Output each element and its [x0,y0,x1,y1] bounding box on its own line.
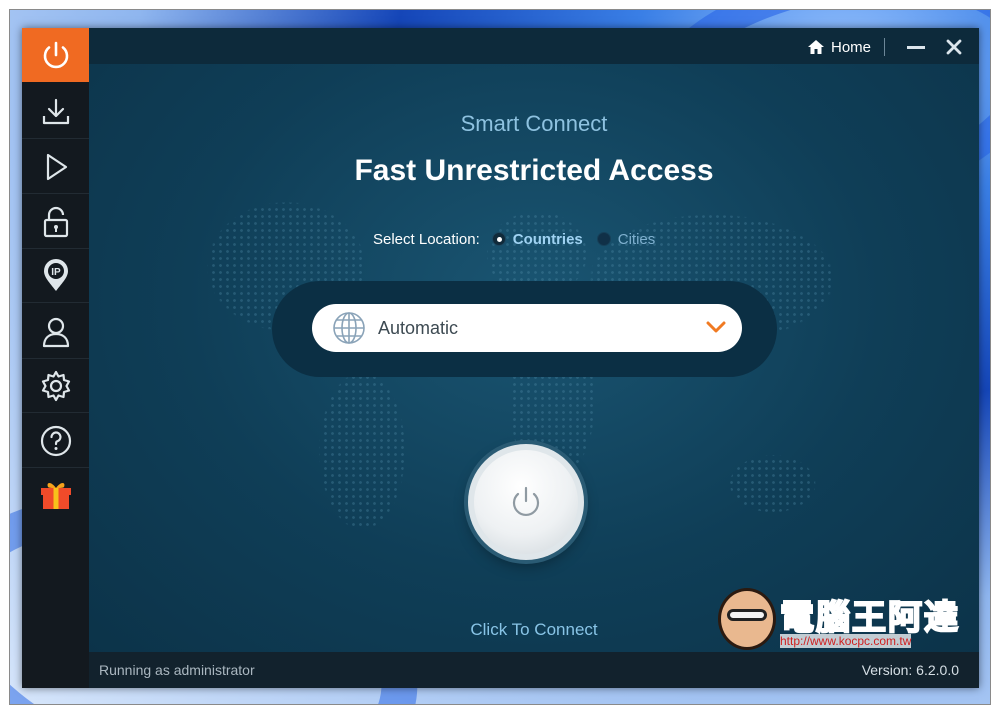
gift-icon [40,483,71,509]
location-selector: Select Location: Countries Cities [373,229,655,249]
globe-icon [333,312,365,344]
sidebar: IP [22,28,89,688]
sidebar-item-play[interactable] [22,140,89,194]
sidebar-item-account[interactable] [22,305,89,359]
status-bar: Running as administrator Version: 6.2.0.… [89,652,979,688]
gear-icon [41,370,70,401]
connect-power-button[interactable] [468,444,584,560]
radio-countries[interactable] [491,232,506,246]
main-panel: Smart Connect Fast Unrestricted Access S… [89,64,979,652]
home-label: Home [830,38,871,56]
sidebar-item-ip[interactable]: IP [22,249,89,303]
sidebar-item-download[interactable] [22,85,89,139]
sidebar-item-gift[interactable] [22,468,89,522]
titlebar-divider [884,38,885,56]
user-icon [42,317,69,347]
download-icon [42,98,69,124]
title-bar: Home [89,28,979,64]
sidebar-item-settings[interactable] [22,359,89,413]
site-watermark: 電腦王阿達 http://www.kocpc.com.tw [718,584,968,656]
status-text: Running as administrator [99,662,255,678]
play-icon [46,153,67,180]
watermark-url: http://www.kocpc.com.tw [780,634,912,648]
location-dropdown[interactable]: Automatic [312,304,742,352]
page-subtitle: Smart Connect [460,111,608,136]
svg-text:IP: IP [51,267,61,278]
page-title: Fast Unrestricted Access [354,154,714,187]
option-cities-label[interactable]: Cities [618,231,656,248]
watermark-logo-text: 電腦王阿達 [779,598,960,638]
ip-location-icon: IP [43,258,68,291]
version-text: Version: 6.2.0.0 [861,662,959,678]
connect-power-button-face [474,450,578,554]
home-icon [807,40,824,54]
lock-icon [43,206,68,237]
sidebar-item-lock[interactable] [22,195,89,249]
help-icon [40,425,71,456]
minimize-button[interactable] [905,36,927,58]
location-label: Select Location: [373,230,480,248]
location-dropdown-container: Automatic [272,281,777,377]
close-icon [946,39,962,55]
dropdown-value: Automatic [378,318,459,338]
option-countries-label[interactable]: Countries [513,231,583,248]
power-icon [512,486,540,516]
sidebar-item-help[interactable] [22,414,89,468]
power-icon [43,41,68,69]
close-button[interactable] [943,36,965,58]
chevron-down-icon [706,321,726,333]
home-button[interactable]: Home [807,37,871,57]
radio-cities[interactable] [596,232,611,246]
sidebar-item-power[interactable] [22,28,89,82]
mascot-face-icon [718,588,776,650]
